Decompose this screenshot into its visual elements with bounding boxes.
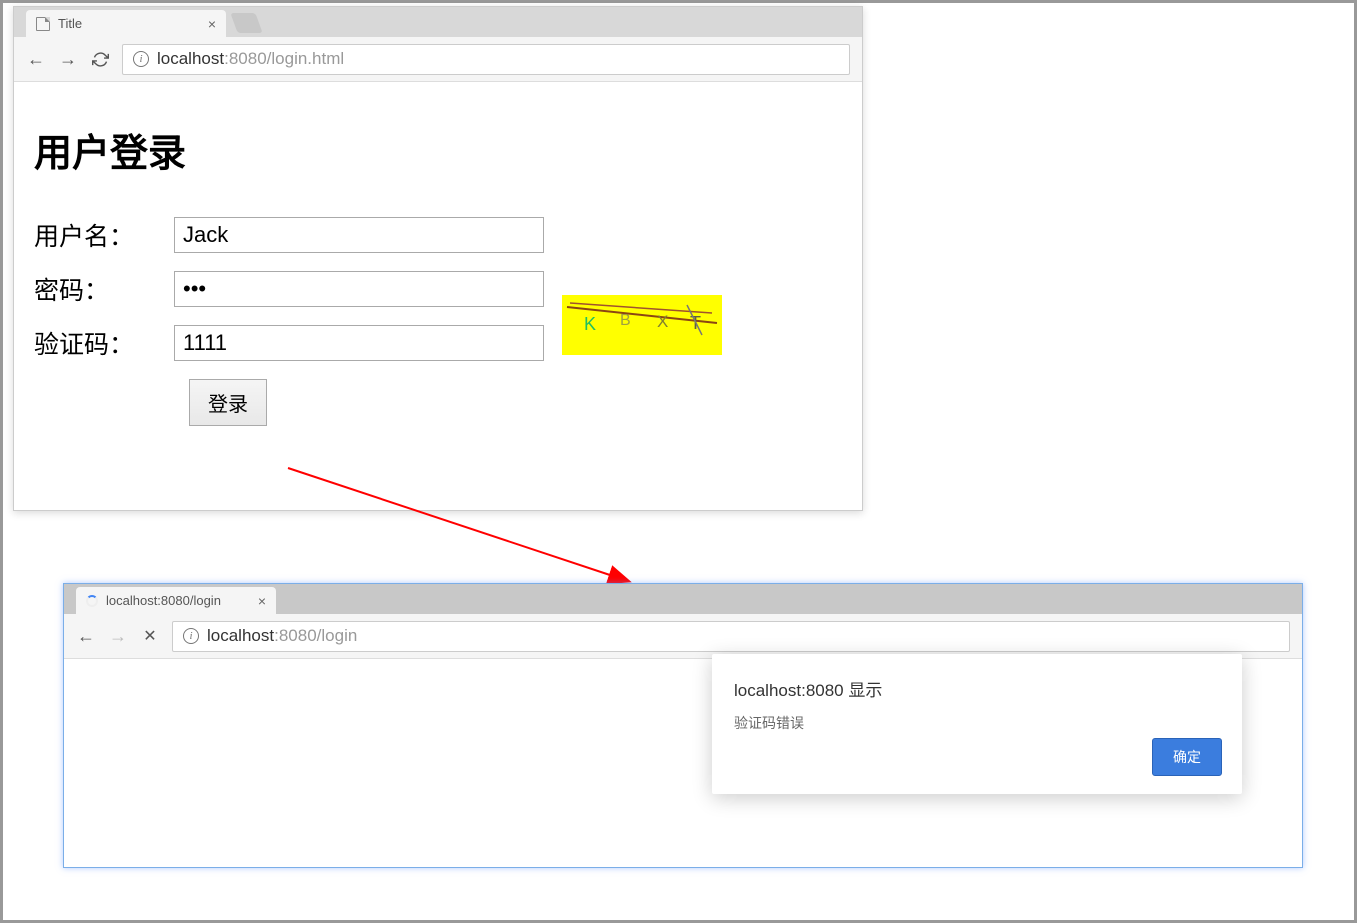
loading-spinner-icon — [86, 595, 98, 607]
alert-message: 验证码错误 — [734, 713, 1220, 733]
browser-tab[interactable]: Title × — [26, 10, 226, 37]
login-button[interactable]: 登录 — [189, 379, 267, 426]
stop-button[interactable]: ✕ — [140, 626, 160, 646]
info-icon[interactable]: i — [133, 51, 149, 67]
page-title: 用户登录 — [34, 122, 842, 177]
url-input[interactable]: i localhost:8080/login.html — [122, 44, 850, 75]
browser-window-1: Title × ← → i localhost:8080/login.html … — [13, 6, 863, 511]
browser-window-2: localhost:8080/login × ← → ✕ i localhost… — [63, 583, 1303, 868]
username-label: 用户名： — [34, 217, 164, 253]
tab-bar: Title × — [14, 7, 862, 37]
url-input-2[interactable]: i localhost:8080/login — [172, 621, 1290, 652]
alert-dialog: localhost:8080 显示 验证码错误 确定 — [712, 654, 1242, 794]
password-label: 密码： — [34, 271, 164, 307]
tab-title-2: localhost:8080/login — [106, 593, 221, 608]
tab-title: Title — [58, 16, 82, 31]
file-icon — [36, 17, 50, 31]
alert-title: localhost:8080 显示 — [734, 676, 1220, 701]
username-row: 用户名： — [34, 217, 842, 253]
close-icon[interactable]: × — [208, 16, 216, 32]
svg-text:X: X — [657, 312, 668, 331]
browser-tab-2[interactable]: localhost:8080/login × — [76, 587, 276, 614]
new-tab-button[interactable] — [230, 13, 262, 33]
back-button-2[interactable]: ← — [76, 626, 96, 646]
new-tab-button-2[interactable] — [280, 590, 312, 610]
url-text: localhost:8080/login.html — [157, 49, 344, 69]
captcha-row: 验证码： K B X T — [34, 325, 842, 361]
close-icon[interactable]: × — [258, 593, 266, 609]
info-icon[interactable]: i — [183, 628, 199, 644]
back-button[interactable]: ← — [26, 49, 46, 69]
address-bar-2: ← → ✕ i localhost:8080/login — [64, 614, 1302, 659]
captcha-input[interactable] — [174, 325, 544, 361]
address-bar: ← → i localhost:8080/login.html — [14, 37, 862, 82]
page-content: 用户登录 用户名： 密码： 验证码： K B X T — [14, 82, 862, 446]
captcha-image[interactable]: K B X T — [562, 295, 722, 355]
forward-button-2: → — [108, 626, 128, 646]
url-text-2: localhost:8080/login — [207, 626, 357, 646]
username-input[interactable] — [174, 217, 544, 253]
svg-text:B: B — [620, 312, 631, 329]
captcha-label: 验证码： — [34, 325, 164, 361]
tab-bar-2: localhost:8080/login × — [64, 584, 1302, 614]
reload-button[interactable] — [90, 49, 110, 69]
svg-text:K: K — [584, 314, 596, 334]
password-input[interactable] — [174, 271, 544, 307]
alert-ok-button[interactable]: 确定 — [1152, 738, 1222, 776]
forward-button[interactable]: → — [58, 49, 78, 69]
